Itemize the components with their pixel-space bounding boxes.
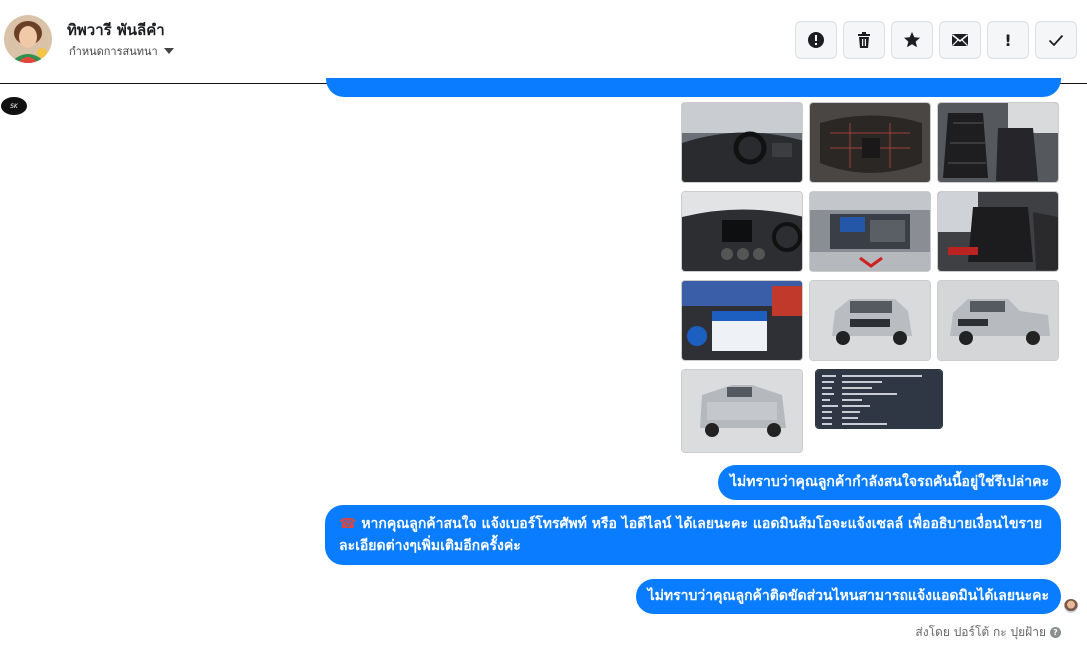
previous-message-bubble [326,78,1061,97]
sent-by-label: ส่งโดย ปอร์โต้ กะ ปุยฝ้าย ? [915,623,1061,642]
telephone-emoji-icon: ☎ [339,516,357,532]
star-icon [904,32,920,48]
photo-interior-dashboard[interactable] [681,102,803,183]
assign-conversation-dropdown[interactable]: กำหนดการสนทนา [69,42,174,60]
conversation-header: ทิพวารี พันลีคำ กำหนดการสนทนา ! [0,0,1087,84]
photo-dashboard-radio[interactable] [681,191,803,272]
message-bubble-3[interactable]: ไม่ทราบว่าคุณลูกค้าติดขัดส่วนไหนสามารถแจ… [635,579,1061,614]
done-button[interactable] [1035,21,1077,59]
message-bubble-2[interactable]: ☎ หากคุณลูกค้าสนใจ แจ้งเบอร์โทรศัพท์ หรื… [325,505,1061,565]
assign-label: กำหนดการสนทนา [69,45,158,58]
sent-by-text: ส่งโดย ปอร์โต้ กะ ปุยฝ้าย [915,625,1046,639]
message-text: ไม่ทราบว่าคุณลูกค้ากำลังสนใจรถคันนี้อยู่… [730,474,1049,490]
contact-name: ทิพวารี พันลีคำ [67,21,165,39]
caret-down-icon [163,48,174,54]
important-button[interactable]: ! [987,21,1029,59]
photo-engine-battery[interactable] [681,280,803,361]
conversation-toolbar: ! [795,21,1077,59]
contact-avatar[interactable] [4,15,52,63]
photo-front-seats[interactable] [937,102,1059,183]
photo-truck-front-side[interactable] [937,280,1059,361]
exclamation-icon: ! [1004,30,1012,50]
photo-truck-rear[interactable] [681,369,803,453]
delete-button[interactable] [843,21,885,59]
photo-truck-front[interactable] [809,280,931,361]
trash-icon [858,32,870,48]
photo-center-console[interactable] [809,102,931,183]
read-receipt-avatar [1064,599,1078,613]
photo-rear-seats[interactable] [937,191,1059,272]
alert-circle-icon [808,32,824,48]
help-icon[interactable]: ? [1050,627,1061,638]
message-bubble-1[interactable]: ไม่ทราบว่าคุณลูกค้ากำลังสนใจรถคันนี้อยู่… [718,465,1061,500]
envelope-icon [952,34,968,46]
check-icon [1048,34,1064,47]
page-logo-avatar: SK [1,97,27,115]
photo-engine-bay[interactable] [809,191,931,272]
mark-unread-button[interactable] [939,21,981,59]
star-button[interactable] [891,21,933,59]
message-text: ไม่ทราบว่าคุณลูกค้าติดขัดส่วนไหนสามารถแจ… [647,588,1049,604]
message-text: หากคุณลูกค้าสนใจ แจ้งเบอร์โทรศัพท์ หรือ … [339,516,1043,554]
report-button[interactable] [795,21,837,59]
photo-document-screenshot[interactable] [815,369,943,429]
